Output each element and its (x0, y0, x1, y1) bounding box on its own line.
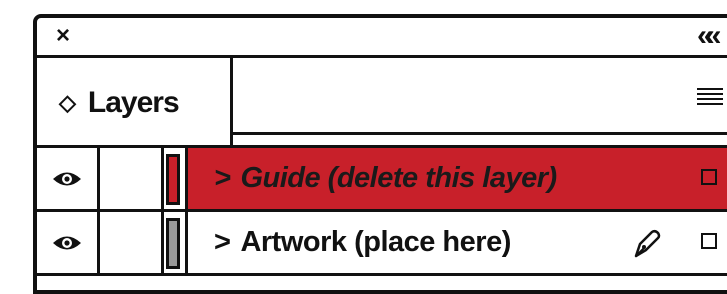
close-icon[interactable]: × (51, 24, 75, 48)
visibility-toggle[interactable] (37, 148, 100, 209)
layer-name-label: Artwork (place here) (240, 226, 511, 258)
panel-header: ◇ Layers (37, 58, 727, 148)
target-icon[interactable] (701, 233, 717, 249)
eye-icon (53, 236, 81, 249)
collapse-panel-icon[interactable]: «« (697, 19, 727, 52)
layer-name-cell[interactable]: > Artwork (place here) (185, 212, 727, 273)
collapse-panel-label-2: « (704, 19, 721, 52)
layers-panel: × «« ◇ Layers > Guide (delete this layer… (33, 14, 727, 294)
tab-divider (230, 132, 727, 135)
visibility-toggle[interactable] (37, 212, 100, 273)
layer-name-cell[interactable]: > Guide (delete this layer) (185, 148, 727, 209)
layer-row-guide[interactable]: > Guide (delete this layer) (37, 148, 727, 212)
chevron-right-icon[interactable]: > (214, 162, 231, 195)
menu-line (697, 98, 723, 100)
panel-titlebar: × «« (37, 18, 727, 58)
layer-color-swatch (166, 218, 180, 269)
layer-name: > Artwork (place here) (214, 212, 511, 273)
lock-toggle[interactable] (100, 212, 164, 273)
sort-arrows-icon: ◇ (59, 90, 76, 115)
tab-title: Layers (87, 86, 180, 119)
target-icon[interactable] (701, 169, 717, 185)
layer-name-label: Guide (delete this layer) (240, 162, 557, 194)
lock-toggle[interactable] (100, 148, 164, 209)
menu-line (697, 88, 723, 90)
layer-name: > Guide (delete this layer) (214, 148, 557, 209)
menu-line (697, 93, 723, 95)
layer-color-swatch (166, 154, 180, 205)
tab-layers[interactable]: ◇ Layers (37, 58, 233, 148)
eye-icon (53, 172, 81, 185)
panel-menu-icon[interactable] (697, 88, 723, 106)
collapse-panel-label: « (697, 19, 713, 52)
menu-line (697, 103, 723, 105)
chevron-right-icon[interactable]: > (214, 226, 231, 259)
pen-icon (634, 229, 661, 258)
layer-row-artwork[interactable]: > Artwork (place here) (37, 212, 727, 276)
